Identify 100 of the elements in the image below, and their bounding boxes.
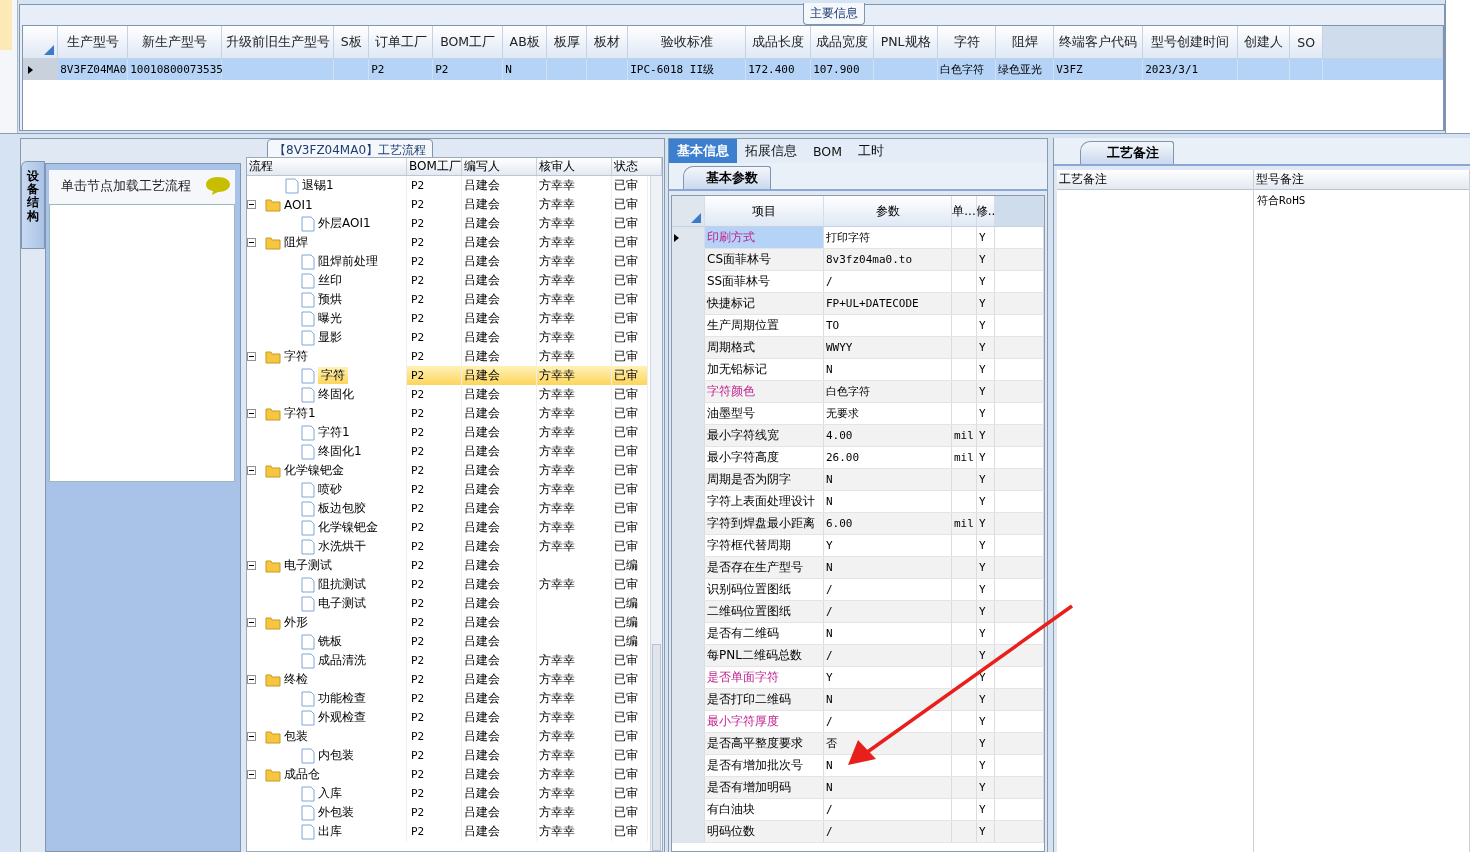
table-row[interactable]: CS面菲林号 8v3fz04ma0.to Y xyxy=(672,249,1044,271)
column-header[interactable]: 板厚 xyxy=(547,26,588,59)
tree-row[interactable]: 丝印 P2 吕建会 方幸幸 已审 xyxy=(247,271,650,290)
collapse-icon[interactable] xyxy=(247,200,256,209)
table-row[interactable]: 是否有二维码 N Y xyxy=(672,623,1044,645)
column-header[interactable]: 阻焊 xyxy=(996,26,1055,59)
table-row[interactable]: 二维码位置图纸 / Y xyxy=(672,601,1044,623)
collapse-icon[interactable] xyxy=(247,238,256,247)
table-row[interactable]: 加无铅标记 N Y xyxy=(672,359,1044,381)
table-row[interactable]: 8V3FZ04MA0 10010800073535 P2 P2 N IPC-6018 II级 172.400 107.900 白色字符 绿色亚光 V3FZ 2023/3/1 xyxy=(23,59,1444,80)
column-header[interactable]: 状态 xyxy=(612,158,662,175)
column-header[interactable]: SO xyxy=(1290,26,1324,59)
row-header[interactable] xyxy=(23,59,59,80)
table-row[interactable]: 每PNL二维码总数 / Y xyxy=(672,645,1044,667)
tree-row[interactable]: 曝光 P2 吕建会 方幸幸 已审 xyxy=(247,309,650,328)
row-header[interactable] xyxy=(672,227,705,248)
column-header[interactable]: 成品宽度 xyxy=(811,26,875,59)
tree-row[interactable]: 铣板 P2 吕建会 已编 xyxy=(247,632,650,651)
table-row[interactable]: 有白油块 / Y xyxy=(672,799,1044,821)
column-header[interactable]: 编写人 xyxy=(462,158,537,175)
tree-row[interactable]: 阻焊 P2 吕建会 方幸幸 已审 xyxy=(247,233,650,252)
sub-tab[interactable]: 工艺备注 xyxy=(1080,141,1174,164)
tree-row[interactable]: 成品清洗 P2 吕建会 方幸幸 已审 xyxy=(247,651,650,670)
collapse-icon[interactable] xyxy=(247,561,256,570)
column-header[interactable]: 升级前旧生产型号 xyxy=(222,26,335,59)
column-header[interactable]: BOM工厂 xyxy=(407,158,462,175)
column-header[interactable]: 核审人 xyxy=(537,158,612,175)
tree-row[interactable]: 内包装 P2 吕建会 方幸幸 已审 xyxy=(247,746,650,765)
tree-row[interactable]: 化学镍钯金 P2 吕建会 方幸幸 已审 xyxy=(247,518,650,537)
table-row[interactable]: 生产周期位置 TO Y xyxy=(672,315,1044,337)
tree-row[interactable]: 终检 P2 吕建会 方幸幸 已审 xyxy=(247,670,650,689)
tree-row[interactable]: 外层AOI1 P2 吕建会 方幸幸 已审 xyxy=(247,214,650,233)
table-row[interactable]: 最小字符厚度 / Y xyxy=(672,711,1044,733)
column-header[interactable]: AB板 xyxy=(503,26,548,59)
table-row[interactable]: 印刷方式 打印字符 Y xyxy=(672,227,1044,249)
column-header[interactable]: 参数 xyxy=(824,196,952,226)
tree-row[interactable]: 出库 P2 吕建会 方幸幸 已审 xyxy=(247,822,650,841)
table-row[interactable]: 字符颜色 白色字符 Y xyxy=(672,381,1044,403)
table-row[interactable]: 是否打印二维码 N Y xyxy=(672,689,1044,711)
tree-row[interactable]: 字符 P2 吕建会 方幸幸 已审 xyxy=(247,366,650,385)
tree-row[interactable]: 外包装 P2 吕建会 方幸幸 已审 xyxy=(247,803,650,822)
tree-row[interactable]: 电子测试 P2 吕建会 已编 xyxy=(247,594,650,613)
table-row[interactable]: 是否高平整度要求 否 Y xyxy=(672,733,1044,755)
collapse-icon[interactable] xyxy=(247,352,256,361)
tree-row[interactable]: 功能检查 P2 吕建会 方幸幸 已审 xyxy=(247,689,650,708)
tree-row[interactable]: AOI1 P2 吕建会 方幸幸 已审 xyxy=(247,195,650,214)
tree-row[interactable]: 入库 P2 吕建会 方幸幸 已审 xyxy=(247,784,650,803)
table-row[interactable]: 是否有增加批次号 N Y xyxy=(672,755,1044,777)
tree-row[interactable]: 字符1 P2 吕建会 方幸幸 已审 xyxy=(247,423,650,442)
table-row[interactable]: 是否存在生产型号 N Y xyxy=(672,557,1044,579)
table-row[interactable]: 最小字符线宽 4.00 mil Y xyxy=(672,425,1044,447)
column-header[interactable]: 项目 xyxy=(705,196,824,226)
column-header[interactable]: 成品长度 xyxy=(746,26,812,59)
column-header[interactable]: PNL规格 xyxy=(874,26,939,59)
tab[interactable]: 工时 xyxy=(850,139,892,163)
table-row[interactable]: 快捷标记 FP+UL+DATECODE Y xyxy=(672,293,1044,315)
column-header[interactable]: 终端客户代码 xyxy=(1054,26,1144,59)
column-header[interactable]: 验收标准 xyxy=(628,26,747,59)
table-row[interactable]: 最小字符高度 26.00 mil Y xyxy=(672,447,1044,469)
column-header[interactable]: 流程 xyxy=(247,158,407,175)
table-row[interactable]: 周期格式 WWYY Y xyxy=(672,337,1044,359)
tree-row[interactable]: 成品仓 P2 吕建会 方幸幸 已审 xyxy=(247,765,650,784)
tree-row[interactable]: 外观检查 P2 吕建会 方幸幸 已审 xyxy=(247,708,650,727)
table-row[interactable]: 识别码位置图纸 / Y xyxy=(672,579,1044,601)
table-row[interactable]: SS面菲林号 / Y xyxy=(672,271,1044,293)
collapse-icon[interactable] xyxy=(247,409,256,418)
table-row[interactable]: 字符框代替周期 Y Y xyxy=(672,535,1044,557)
table-row[interactable]: 是否有增加明码 N Y xyxy=(672,777,1044,799)
tree-row[interactable]: 字符1 P2 吕建会 方幸幸 已审 xyxy=(247,404,650,423)
tree-row[interactable]: 电子测试 P2 吕建会 已编 xyxy=(247,556,650,575)
tab[interactable]: 拓展信息 xyxy=(737,139,805,163)
column-header[interactable]: 型号备注 xyxy=(1254,170,1469,190)
collapse-icon[interactable] xyxy=(247,618,256,627)
tree-row[interactable]: 终固化 P2 吕建会 方幸幸 已审 xyxy=(247,385,650,404)
tree-row[interactable]: 显影 P2 吕建会 方幸幸 已审 xyxy=(247,328,650,347)
tab[interactable]: 基本信息 xyxy=(669,139,737,163)
table-row[interactable]: 明码位数 / Y xyxy=(672,821,1044,843)
column-header[interactable]: 创建人 xyxy=(1238,26,1291,59)
tab[interactable]: BOM xyxy=(805,139,850,163)
collapse-icon[interactable] xyxy=(247,675,256,684)
side-tab[interactable]: 设备结构 xyxy=(21,161,45,249)
tree-row[interactable]: 化学镍钯金 P2 吕建会 方幸幸 已审 xyxy=(247,461,650,480)
tree-row[interactable]: 终固化1 P2 吕建会 方幸幸 已审 xyxy=(247,442,650,461)
table-row[interactable]: 字符到焊盘最小距离 6.00 mil Y xyxy=(672,513,1044,535)
column-header[interactable]: S板 xyxy=(334,26,370,59)
column-header[interactable]: 生产型号 xyxy=(58,26,129,59)
tree-row[interactable]: 喷砂 P2 吕建会 方幸幸 已审 xyxy=(247,480,650,499)
scrollbar-thumb[interactable] xyxy=(652,644,661,851)
column-header[interactable]: 板材 xyxy=(587,26,629,59)
table-row[interactable]: 字符上表面处理设计 N Y xyxy=(672,491,1044,513)
table-row[interactable]: 油墨型号 无要求 Y xyxy=(672,403,1044,425)
tree-row[interactable]: 退锡1 P2 吕建会 方幸幸 已审 xyxy=(247,176,650,195)
scrollbar[interactable] xyxy=(650,176,662,851)
table-row[interactable]: 周期是否为阴字 N Y xyxy=(672,469,1044,491)
tree-row[interactable]: 预烘 P2 吕建会 方幸幸 已审 xyxy=(247,290,650,309)
collapse-icon[interactable] xyxy=(247,770,256,779)
column-header[interactable]: 型号创建时间 xyxy=(1143,26,1239,59)
collapse-icon[interactable] xyxy=(247,732,256,741)
tree-row[interactable]: 外形 P2 吕建会 已编 xyxy=(247,613,650,632)
tree-row[interactable]: 包装 P2 吕建会 方幸幸 已审 xyxy=(247,727,650,746)
